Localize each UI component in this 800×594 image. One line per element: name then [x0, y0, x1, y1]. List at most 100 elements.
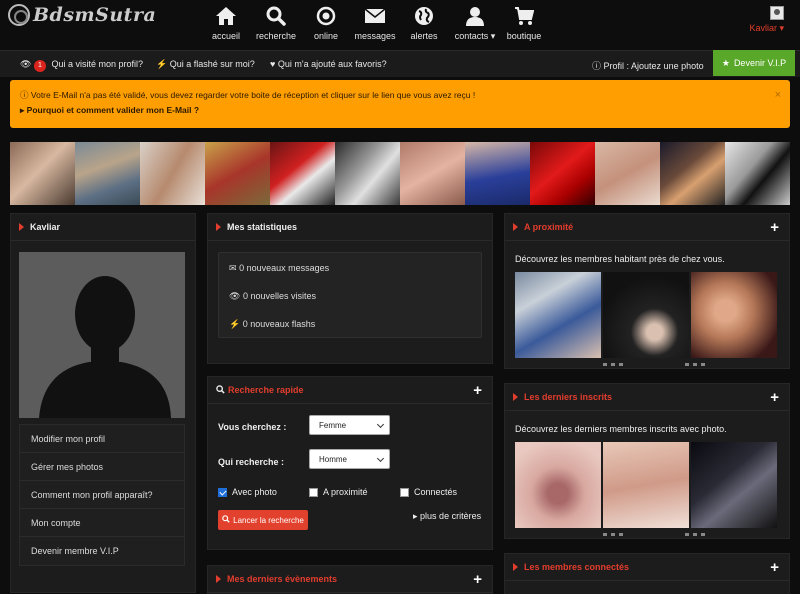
panel-title: Kavliar — [30, 222, 61, 232]
search-icon — [216, 384, 225, 396]
profile-menu: Modifier mon profil Gérer mes photos Com… — [19, 424, 185, 566]
panel-header: Les derniers inscrits + — [505, 384, 789, 411]
panel-header: Mes derniers évènements + — [208, 566, 492, 593]
arrow-icon — [513, 563, 518, 571]
carousel-dots[interactable] — [685, 363, 705, 367]
plus-icon[interactable]: + — [770, 559, 779, 576]
logo-text: BdsmSutra — [33, 4, 157, 26]
menu-my-account[interactable]: Mon compte — [20, 509, 184, 537]
connected-checkbox[interactable]: Connectés — [400, 487, 457, 497]
nav-label: boutique — [506, 31, 542, 41]
favorites-label: Qui m'a ajouté aux favoris? — [277, 59, 387, 69]
member-photo[interactable] — [400, 142, 465, 205]
search-icon — [262, 4, 290, 28]
info-icon: ⓘ — [20, 90, 29, 100]
alert-message: Votre E-Mail n'a pas été validé, vous de… — [30, 90, 476, 100]
flashed-link[interactable]: ⚡ Qui a flashé sur moi? — [156, 59, 255, 70]
nearby-member-photo[interactable] — [515, 272, 601, 358]
nav-contacts[interactable]: contacts ▾ — [450, 4, 500, 42]
with-photo-checkbox[interactable]: Avec photo — [218, 487, 277, 497]
more-criteria-link[interactable]: ▸ plus de critères — [413, 511, 481, 522]
member-photo[interactable] — [335, 142, 400, 205]
member-photo[interactable] — [140, 142, 205, 205]
visited-link[interactable]: 👁 1 Qui a visité mon profil? — [20, 59, 143, 72]
profile-photo-link[interactable]: ⓘ Profil : Ajoutez une photo — [592, 59, 704, 72]
nearby-member-photo[interactable] — [603, 272, 689, 358]
member-photo[interactable] — [10, 142, 75, 205]
member-photo-strip — [10, 142, 790, 205]
stat-messages[interactable]: ✉ 0 nouveaux messages — [229, 263, 329, 274]
latest-description: Découvrez les derniers membres inscrits … — [515, 424, 727, 434]
nearby-checkbox[interactable]: A proximité — [309, 487, 368, 497]
sub-bar: 👁 1 Qui a visité mon profil? ⚡ Qui a fla… — [0, 50, 800, 77]
member-photo[interactable] — [595, 142, 660, 205]
alert-link-label: Pourquoi et comment valider mon E-Mail ? — [26, 105, 200, 115]
who-select[interactable]: Homme — [309, 449, 390, 469]
menu-become-vip[interactable]: Devenir membre V.I.P — [20, 537, 184, 565]
nav-boutique[interactable]: boutique — [504, 4, 544, 42]
search-submit-button[interactable]: Lancer la recherche — [218, 510, 308, 530]
arrow-icon — [216, 575, 221, 583]
main-nav: accueil recherche online messages alerte… — [207, 4, 544, 42]
nav-label: online — [313, 31, 339, 41]
carousel-dots[interactable] — [603, 533, 623, 537]
nav-alertes[interactable]: alertes — [406, 4, 442, 42]
panel-header: Les membres connectés + — [505, 554, 789, 581]
menu-edit-profile[interactable]: Modifier mon profil — [20, 425, 184, 453]
panel-header: Recherche rapide + — [208, 377, 492, 404]
stat-flashs[interactable]: ⚡ 0 nouveaux flashs — [229, 319, 315, 330]
arrow-icon — [513, 223, 518, 231]
seeking-label: Vous cherchez : — [218, 422, 287, 432]
nav-label: accueil — [211, 31, 240, 41]
stats-box: ✉ 0 nouveaux messages 👁 0 nouvelles visi… — [218, 252, 482, 338]
member-photo[interactable] — [530, 142, 595, 205]
notification-badge: 1 — [33, 60, 46, 72]
star-icon: ★ — [721, 57, 730, 68]
latest-member-photo[interactable] — [603, 442, 689, 528]
member-photo[interactable] — [465, 142, 530, 205]
plus-icon[interactable]: + — [473, 382, 482, 399]
logo-icon — [8, 4, 30, 26]
alert-link[interactable]: ▸ Pourquoi et comment valider mon E-Mail… — [20, 105, 780, 116]
plus-icon[interactable]: + — [473, 571, 482, 588]
nav-online[interactable]: online — [308, 4, 344, 42]
checkbox-unchecked — [309, 487, 318, 497]
nav-recherche[interactable]: recherche — [253, 4, 299, 42]
plus-icon[interactable]: + — [770, 219, 779, 236]
who-value: Homme — [319, 455, 348, 464]
chevron-down-icon — [376, 454, 385, 463]
latest-member-photo[interactable] — [515, 442, 601, 528]
menu-manage-photos[interactable]: Gérer mes photos — [20, 453, 184, 481]
member-photo[interactable] — [725, 142, 790, 205]
become-vip-button[interactable]: ★ Devenir V.I.P — [713, 50, 795, 76]
latest-member-photo[interactable] — [691, 442, 777, 528]
nav-messages[interactable]: messages — [352, 4, 398, 42]
avatar — [770, 6, 784, 20]
panel-title: Les membres connectés — [524, 562, 630, 572]
plus-icon[interactable]: + — [770, 389, 779, 406]
stat-messages-label: 0 nouveaux messages — [239, 263, 330, 273]
member-photo[interactable] — [75, 142, 140, 205]
site-logo[interactable]: BdsmSutra — [8, 3, 156, 27]
nav-accueil[interactable]: accueil — [207, 4, 245, 42]
carousel-dots[interactable] — [603, 363, 623, 367]
close-icon[interactable]: × — [775, 89, 781, 101]
user-icon — [461, 4, 489, 28]
member-photo[interactable] — [270, 142, 335, 205]
member-photo[interactable] — [660, 142, 725, 205]
arrow-icon — [216, 223, 221, 231]
nav-label: messages — [354, 31, 396, 41]
seeking-select[interactable]: Femme — [309, 415, 390, 435]
top-bar: BdsmSutra accueil recherche online messa… — [0, 0, 800, 50]
user-menu[interactable]: Kavliar ▾ — [748, 6, 784, 34]
nav-label: recherche — [255, 31, 297, 41]
profile-avatar[interactable] — [19, 252, 185, 418]
stat-visits[interactable]: 👁 0 nouvelles visites — [229, 291, 316, 302]
menu-profile-preview[interactable]: Comment mon profil apparaît? — [20, 481, 184, 509]
nearby-member-photo[interactable] — [691, 272, 777, 358]
mail-icon: ✉ — [229, 263, 237, 273]
member-photo[interactable] — [205, 142, 270, 205]
carousel-dots[interactable] — [685, 533, 705, 537]
seeking-value: Femme — [319, 421, 347, 430]
favorites-link[interactable]: ♥ Qui m'a ajouté aux favoris? — [270, 59, 387, 69]
